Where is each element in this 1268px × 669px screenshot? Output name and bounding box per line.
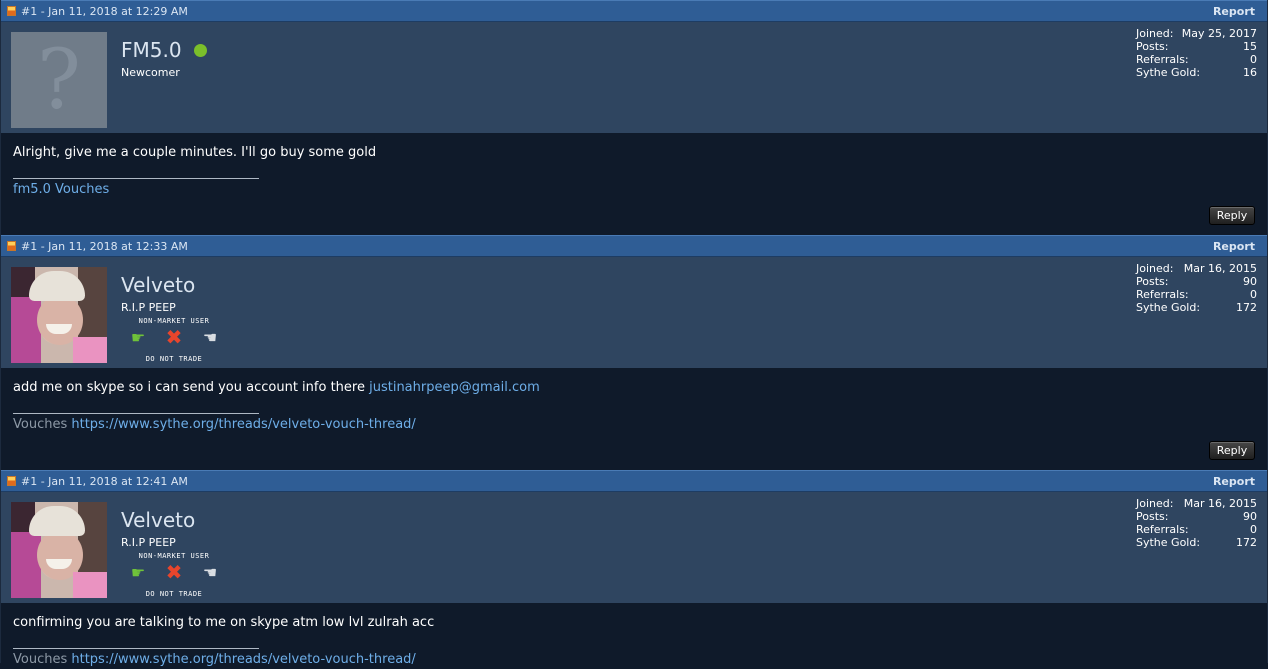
online-status-icon: [193, 43, 207, 57]
badge-bottom-text: DO NOT TRADE: [145, 355, 203, 363]
message-text: add me on skype so i can send you accoun…: [13, 380, 370, 395]
username-row: Velveto: [121, 273, 227, 297]
user-bar: Velveto R.I.P PEEP NON-MARKET USER ☛ ✖ ☚…: [1, 257, 1267, 368]
gold-value: 172: [1236, 301, 1257, 314]
post-header: #1 - Jan 11, 2018 at 12:29 AM Report: [1, 0, 1267, 22]
hand-icon: ☚: [202, 562, 218, 582]
handshake-money-icon: ☛: [130, 562, 146, 582]
joined-label: Joined:: [1136, 262, 1174, 275]
posts-label: Posts:: [1136, 510, 1169, 523]
joined-value: May 25, 2017: [1181, 27, 1257, 40]
user-title: Newcomer: [121, 66, 180, 79]
username-row: FM5.0: [121, 38, 207, 62]
post: #1 - Jan 11, 2018 at 12:33 AM Report Vel…: [0, 235, 1268, 470]
message: add me on skype so i can send you accoun…: [13, 379, 1255, 396]
user-bar: Velveto R.I.P PEEP NON-MARKET USER ☛ ✖ ☚…: [1, 492, 1267, 603]
joined-value: Mar 16, 2015: [1183, 497, 1257, 510]
badge-bottom-text: DO NOT TRADE: [145, 590, 203, 598]
post-date[interactable]: #1 - Jan 11, 2018 at 12:29 AM: [21, 5, 188, 18]
posts-label: Posts:: [1136, 40, 1169, 53]
handshake-money-icon: ☛: [130, 327, 146, 347]
report-link[interactable]: Report: [1213, 475, 1255, 488]
username[interactable]: FM5.0: [121, 38, 182, 62]
referrals-label: Referrals:: [1136, 288, 1189, 301]
vouches-link[interactable]: fm5.0 Vouches: [13, 182, 109, 197]
avatar[interactable]: ?: [11, 32, 107, 128]
reply-button[interactable]: Reply: [1209, 206, 1255, 225]
post-body: Alright, give me a couple minutes. I'll …: [1, 133, 1267, 235]
signature-prefix: Vouches: [13, 652, 72, 667]
non-market-user-badge: NON-MARKET USER ☛ ✖ ☚ DO NOT TRADE: [121, 317, 227, 363]
signature: fm5.0 Vouches: [13, 181, 1255, 198]
joined-value: Mar 16, 2015: [1183, 262, 1257, 275]
signature-divider: [13, 648, 259, 649]
gold-label: Sythe Gold:: [1136, 66, 1201, 79]
reply-button[interactable]: Reply: [1209, 441, 1255, 460]
gold-label: Sythe Gold:: [1136, 536, 1201, 549]
post-icon: [7, 6, 16, 16]
post: #1 - Jan 11, 2018 at 12:29 AM Report ? F…: [0, 0, 1268, 235]
email-link[interactable]: justinahrpeep@gmail.com: [369, 380, 540, 395]
user-stats: Joined: May 25, 2017 Posts: 15 Referrals: 0…: [1136, 27, 1257, 79]
post-body: confirming you are talking to me on skyp…: [1, 603, 1267, 667]
vouch-thread-link[interactable]: https://www.sythe.org/threads/velveto-vo…: [71, 652, 415, 667]
user-stats: Joined: Mar 16, 2015 Posts: 90 Referrals: 0…: [1136, 262, 1257, 314]
cross-icon: ✖: [165, 325, 183, 349]
joined-label: Joined:: [1136, 497, 1174, 510]
referrals-label: Referrals:: [1136, 53, 1189, 66]
post-header: #1 - Jan 11, 2018 at 12:33 AM Report: [1, 235, 1267, 257]
referrals-value: 0: [1250, 523, 1257, 536]
username[interactable]: Velveto: [121, 273, 195, 297]
referrals-label: Referrals:: [1136, 523, 1189, 536]
post-date[interactable]: #1 - Jan 11, 2018 at 12:41 AM: [21, 475, 188, 488]
referrals-value: 0: [1250, 288, 1257, 301]
post-date[interactable]: #1 - Jan 11, 2018 at 12:33 AM: [21, 240, 188, 253]
signature: Vouches https://www.sythe.org/threads/ve…: [13, 651, 1255, 668]
report-link[interactable]: Report: [1213, 240, 1255, 253]
badge-top-text: NON-MARKET USER: [138, 552, 210, 560]
gold-value: 16: [1243, 66, 1257, 79]
posts-value: 15: [1243, 40, 1257, 53]
posts-label: Posts:: [1136, 275, 1169, 288]
cross-icon: ✖: [165, 560, 183, 584]
user-title: R.I.P PEEP: [121, 536, 176, 549]
message-text: Alright, give me a couple minutes. I'll …: [13, 145, 377, 160]
post-icon: [7, 476, 16, 486]
gold-value: 172: [1236, 536, 1257, 549]
message-text: confirming you are talking to me on skyp…: [13, 615, 435, 630]
signature-prefix: Vouches: [13, 417, 72, 432]
hand-icon: ☚: [202, 327, 218, 347]
post-icon: [7, 241, 16, 251]
report-link[interactable]: Report: [1213, 5, 1255, 18]
user-stats: Joined: Mar 16, 2015 Posts: 90 Referrals: 0…: [1136, 497, 1257, 549]
avatar[interactable]: [11, 502, 107, 598]
user-bar: ? FM5.0 Newcomer Joined: May 25, 2017 Pos…: [1, 22, 1267, 133]
badge-top-text: NON-MARKET USER: [138, 317, 210, 325]
question-mark-icon: ?: [37, 32, 81, 128]
vouch-thread-link[interactable]: https://www.sythe.org/threads/velveto-vo…: [71, 417, 415, 432]
signature-divider: [13, 178, 259, 179]
non-market-user-badge: NON-MARKET USER ☛ ✖ ☚ DO NOT TRADE: [121, 552, 227, 598]
referrals-value: 0: [1250, 53, 1257, 66]
gold-label: Sythe Gold:: [1136, 301, 1201, 314]
joined-label: Joined:: [1136, 27, 1174, 40]
user-title: R.I.P PEEP: [121, 301, 176, 314]
avatar[interactable]: [11, 267, 107, 363]
posts-value: 90: [1243, 275, 1257, 288]
signature: Vouches https://www.sythe.org/threads/ve…: [13, 416, 1255, 433]
post-header: #1 - Jan 11, 2018 at 12:41 AM Report: [1, 470, 1267, 492]
signature-divider: [13, 413, 259, 414]
post: #1 - Jan 11, 2018 at 12:41 AM Report Vel…: [0, 470, 1268, 667]
posts-value: 90: [1243, 510, 1257, 523]
username-row: Velveto: [121, 508, 227, 532]
post-body: add me on skype so i can send you accoun…: [1, 368, 1267, 470]
username[interactable]: Velveto: [121, 508, 195, 532]
